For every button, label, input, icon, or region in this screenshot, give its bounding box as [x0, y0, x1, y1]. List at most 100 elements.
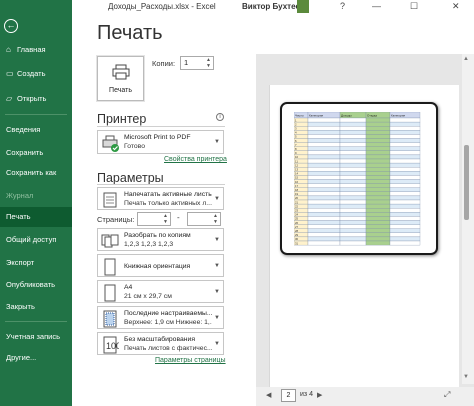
preview-spreadsheet: Число Категория Доходы Откуда Категория12345… [294, 112, 421, 245]
printer-status: Готово [124, 143, 145, 150]
table-cell [389, 195, 421, 201]
copies-value: 1 [184, 58, 189, 67]
pages-from-spinner[interactable]: ▲ ▼ [163, 213, 168, 225]
table-cell [339, 158, 367, 164]
page-title: Печать [97, 22, 163, 44]
paper-size-dropdown[interactable]: A4 21 см x 29,7 см ▼ [97, 280, 224, 303]
pages-to-spinner[interactable]: ▲ ▼ [213, 213, 218, 225]
section-divider [97, 184, 225, 185]
sidebar-item-6[interactable]: Журнал [0, 186, 72, 206]
table-cell [365, 236, 391, 242]
pages-to-input[interactable]: ▲ ▼ [187, 212, 221, 226]
table-cell [339, 117, 367, 123]
sidebar-item-label: Журнал [6, 191, 34, 200]
setting-line-1: Без масштабирования [124, 336, 196, 343]
back-arrow-icon[interactable]: ← [4, 19, 18, 33]
printer-dropdown[interactable]: Microsoft Print to PDF Готово ▼ [97, 130, 224, 154]
margins-dropdown[interactable]: Последние настраиваемы... Верхнее: 1,9 с… [97, 306, 224, 329]
sidebar-item-13[interactable]: Другие... [0, 348, 72, 368]
table-cell [307, 183, 341, 188]
table-cell [389, 191, 421, 197]
pages-label: Страницы: [97, 215, 135, 224]
table-cell [307, 171, 341, 176]
sidebar-item-1[interactable]: ▭ Создать [0, 64, 72, 84]
user-name[interactable]: Виктор Бухтеев [242, 2, 305, 11]
print-button[interactable]: Печать [97, 56, 144, 101]
sidebar-item-4[interactable]: Сохранить [0, 143, 72, 163]
table-cell [307, 216, 341, 221]
scaling-dropdown[interactable]: 100 Без масштабирования Печать листов с … [97, 332, 224, 355]
minimize-icon[interactable]: — [372, 1, 381, 11]
table-cell [365, 175, 391, 180]
avatar[interactable] [297, 0, 309, 13]
table-cell [389, 146, 421, 151]
sidebar-item-10[interactable]: Опубликовать [0, 275, 72, 295]
sidebar-item-2[interactable]: ▱ Открыть [0, 89, 72, 109]
table-cell [389, 162, 421, 168]
params-section-title: Параметры [97, 171, 164, 185]
table-cell [339, 228, 367, 233]
sidebar-item-8[interactable]: Общий доступ [0, 230, 72, 250]
sidebar-item-11[interactable]: Закрыть [0, 297, 72, 317]
sidebar-item-7[interactable]: Печать [0, 207, 72, 227]
table-cell [365, 195, 391, 201]
table-cell [389, 130, 421, 135]
table-cell [339, 232, 367, 238]
sidebar-item-0[interactable]: ⌂ Главная [0, 40, 72, 60]
chevron-down-icon: ▼ [214, 263, 220, 269]
table-cell [339, 224, 367, 229]
table-cell [389, 138, 421, 143]
current-page-input[interactable]: 2 [281, 389, 296, 402]
printer-properties-link[interactable]: Свойства принтера [164, 156, 227, 163]
scrollbar-thumb[interactable] [464, 145, 469, 220]
backstage-sidebar: ← ⌂ Главная ▭ Создать ▱ Открыть Сведения Сохран… [0, 0, 72, 406]
table-cell [389, 158, 421, 164]
table-cell [389, 179, 421, 184]
prev-page-icon[interactable]: ◀ [266, 391, 271, 399]
header-label: Число [295, 114, 304, 118]
help-icon[interactable]: ? [340, 1, 345, 11]
close-icon[interactable]: ✕ [452, 1, 460, 12]
copies-input[interactable]: 1 ▲ ▼ [180, 56, 214, 70]
scroll-down-icon[interactable]: ▼ [463, 374, 469, 380]
table-cell [389, 187, 421, 192]
table-cell [339, 134, 367, 139]
table-cell [307, 158, 341, 164]
scroll-up-icon[interactable]: ▲ [463, 56, 469, 62]
table-cell [365, 179, 391, 184]
table-cell [339, 208, 367, 213]
table-cell [307, 134, 341, 139]
table-cell [307, 228, 341, 233]
table-cell [365, 130, 391, 135]
sidebar-item-label: Экспорт [6, 258, 35, 267]
pages-from-input[interactable]: ▲ ▼ [137, 212, 171, 226]
page-count: из 4 [300, 391, 313, 398]
table-cell [389, 121, 421, 127]
info-icon[interactable]: i [216, 113, 224, 121]
maximize-icon[interactable]: ☐ [410, 1, 418, 12]
sidebar-item-label: Сведения [6, 125, 41, 134]
table-cell [389, 183, 421, 188]
orientation-dropdown[interactable]: Книжная ориентация ▼ [97, 254, 224, 277]
zoom-to-page-icon[interactable]: ⤢ [444, 390, 450, 400]
sidebar-item-12[interactable]: Учетная запись [0, 327, 72, 347]
page-setup-link[interactable]: Параметры страницы [155, 357, 226, 364]
sidebar-item-label: Создать [17, 69, 46, 78]
chevron-down-icon: ▼ [214, 237, 220, 243]
scaling-icon: 100 [103, 336, 119, 354]
print-what-dropdown[interactable]: Напечатать активные листы Печать только … [97, 187, 224, 210]
chevron-down-icon: ▼ [214, 315, 220, 321]
next-page-icon[interactable]: ▶ [317, 391, 322, 399]
collate-dropdown[interactable]: Разобрать по копиям 1,2,3 1,2,3 1,2,3 ▼ [97, 228, 224, 251]
table-cell [389, 167, 421, 172]
table-cell [365, 232, 391, 238]
sidebar-item-5[interactable]: Сохранить как [0, 163, 72, 183]
table-cell [339, 126, 367, 131]
table-cell [339, 175, 367, 180]
sidebar-item-3[interactable]: Сведения [0, 120, 72, 140]
printer-icon [112, 64, 130, 80]
table-cell [307, 150, 341, 156]
sidebar-item-9[interactable]: Экспорт [0, 253, 72, 273]
copies-spinner[interactable]: ▲ ▼ [206, 57, 211, 69]
table-cell [307, 236, 341, 242]
